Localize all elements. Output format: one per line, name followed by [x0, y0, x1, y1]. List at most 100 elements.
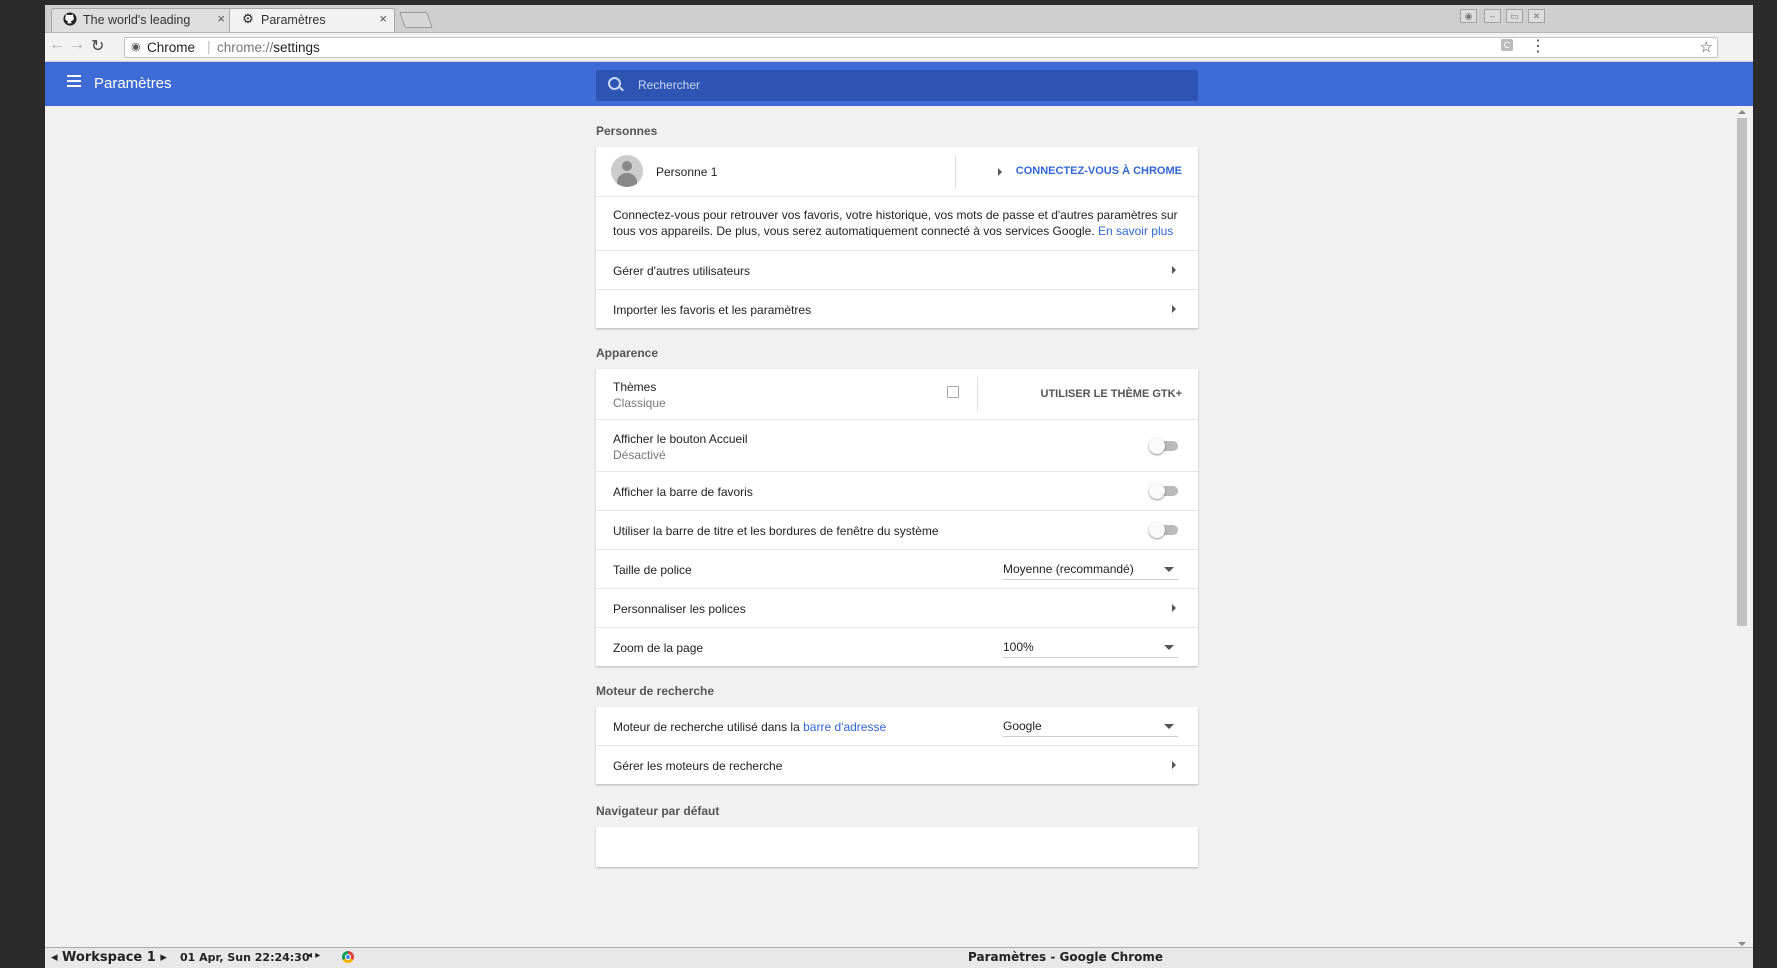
site-chip: Chrome: [147, 40, 196, 55]
new-tab-button[interactable]: [399, 12, 433, 28]
settings-search[interactable]: [596, 70, 1198, 101]
menu-dots-icon[interactable]: ⋮: [1530, 36, 1546, 56]
section-title-search-engine: Moteur de recherche: [596, 684, 715, 698]
chevron-down-icon: [1164, 724, 1174, 729]
open-external-icon[interactable]: [947, 386, 959, 398]
search-engine-card: Moteur de recherche utilisé dans la barr…: [596, 707, 1198, 784]
manage-users-row[interactable]: Gérer d'autres utilisateurs: [596, 250, 1198, 289]
section-title-people: Personnes: [596, 124, 658, 138]
chrome-page-icon: ◉: [131, 41, 141, 53]
chevron-right-icon: [1172, 761, 1176, 769]
toolbar: ← → ↻ ◉ Chrome | chrome://settings ☆ C ⋮: [45, 33, 1753, 62]
tab-strip: The world's leading × ⚙ Paramètres × ◉ –…: [45, 5, 1753, 33]
chrome-icon[interactable]: [342, 951, 354, 963]
home-button-toggle[interactable]: [1149, 438, 1178, 454]
chevron-down-icon: [1164, 567, 1174, 572]
manage-users-label: Gérer d'autres utilisateurs: [613, 264, 751, 278]
sign-in-description: Connectez-vous pour retrouver vos favori…: [613, 208, 1178, 238]
page-zoom-label: Zoom de la page: [613, 641, 704, 655]
extension-icon[interactable]: C: [1501, 39, 1513, 51]
tab-label: Paramètres: [261, 13, 326, 27]
chevron-right-icon: [998, 168, 1002, 176]
bookmarks-bar-label: Afficher la barre de favoris: [613, 485, 753, 499]
avatar: [611, 155, 643, 187]
taskbar-nav-arrows[interactable]: ◂ ▸: [307, 950, 320, 961]
people-card: Personne 1 CONNECTEZ-VOUS À CHROME Conne…: [596, 147, 1198, 328]
forward-icon[interactable]: →: [69, 36, 85, 54]
profile-icon[interactable]: ◉: [1460, 9, 1477, 23]
url-text: chrome://settings: [217, 40, 320, 55]
chevron-right-icon: [1172, 305, 1176, 313]
page-zoom-row: Zoom de la page 100%: [596, 627, 1198, 666]
themes-value: Classique: [613, 396, 666, 410]
system-titlebar-row[interactable]: Utiliser la barre de titre et les bordur…: [596, 510, 1198, 549]
back-icon[interactable]: ←: [49, 36, 65, 54]
system-titlebar-label: Utiliser la barre de titre et les bordur…: [613, 524, 939, 538]
section-title-appearance: Apparence: [596, 346, 659, 360]
clock: 01 Apr, Sun 22:24:30: [180, 951, 310, 964]
customize-fonts-row[interactable]: Personnaliser les polices: [596, 588, 1198, 627]
settings-content: Personnes Personne 1 CONNECTEZ-VOUS À CH…: [45, 106, 1753, 949]
bookmark-star-icon[interactable]: ☆: [1700, 38, 1713, 56]
font-size-select[interactable]: Moyenne (recommandé): [1003, 559, 1178, 580]
manage-engines-row[interactable]: Gérer les moteurs de recherche: [596, 745, 1198, 784]
search-input[interactable]: [636, 77, 1160, 93]
scrollbar-thumb[interactable]: [1737, 118, 1747, 626]
search-icon: [608, 77, 621, 90]
customize-fonts-label: Personnaliser les polices: [613, 602, 746, 616]
scroll-down-arrow[interactable]: [1738, 942, 1746, 946]
workspace-switcher[interactable]: ◂ Workspace 1 ▸: [51, 950, 167, 965]
font-size-row: Taille de police Moyenne (recommandé): [596, 549, 1198, 588]
close-window-button[interactable]: ✕: [1528, 9, 1545, 23]
person-name: Personne 1: [656, 165, 718, 179]
settings-header: Paramètres: [45, 62, 1753, 106]
appearance-card: Thèmes Classique UTILISER LE THÈME GTK+ …: [596, 369, 1198, 666]
github-icon: [63, 12, 77, 26]
use-gtk-theme-button[interactable]: UTILISER LE THÈME GTK+: [1041, 388, 1182, 400]
active-window-title: Paramètres - Google Chrome: [968, 950, 1164, 964]
themes-row[interactable]: Thèmes Classique UTILISER LE THÈME GTK+: [596, 369, 1198, 419]
desktop-background-right: [1753, 0, 1777, 967]
learn-more-link[interactable]: En savoir plus: [1098, 224, 1173, 238]
section-title-default-browser: Navigateur par défaut: [596, 804, 720, 818]
tab-label: The world's leading: [83, 13, 191, 27]
reload-icon[interactable]: ↻: [91, 36, 104, 56]
sign-in-button[interactable]: CONNECTEZ-VOUS À CHROME: [1016, 165, 1182, 177]
page-title: Paramètres: [94, 75, 172, 92]
tab-close-icon[interactable]: ×: [217, 11, 225, 26]
scrollbar[interactable]: [1735, 110, 1749, 952]
address-bar-link[interactable]: barre d'adresse: [803, 720, 886, 734]
minimize-button[interactable]: –: [1484, 9, 1501, 23]
desktop-background: [0, 0, 45, 967]
search-engine-row: Moteur de recherche utilisé dans la barr…: [596, 707, 1198, 745]
chevron-right-icon: [1172, 266, 1176, 274]
scroll-up-arrow[interactable]: [1738, 110, 1746, 114]
import-label: Importer les favoris et les paramètres: [613, 303, 812, 317]
default-browser-card: [596, 827, 1198, 867]
system-titlebar-toggle[interactable]: [1149, 522, 1178, 538]
browser-window: The world's leading × ⚙ Paramètres × ◉ –…: [45, 5, 1753, 967]
hamburger-menu-icon[interactable]: [67, 75, 81, 90]
home-button-row[interactable]: Afficher le bouton Accueil Désactivé: [596, 419, 1198, 471]
home-button-label: Afficher le bouton Accueil: [613, 432, 748, 446]
chevron-down-icon: [1164, 645, 1174, 650]
bookmarks-bar-row[interactable]: Afficher la barre de favoris: [596, 471, 1198, 510]
tab-close-icon[interactable]: ×: [379, 11, 387, 26]
chip-separator: |: [207, 39, 211, 54]
person-row[interactable]: Personne 1 CONNECTEZ-VOUS À CHROME: [596, 147, 1198, 196]
manage-engines-label: Gérer les moteurs de recherche: [613, 759, 783, 773]
import-row[interactable]: Importer les favoris et les paramètres: [596, 289, 1198, 328]
tab-github[interactable]: The world's leading ×: [51, 8, 233, 32]
search-engine-label: Moteur de recherche utilisé dans la barr…: [613, 720, 887, 734]
home-button-state: Désactivé: [613, 448, 666, 462]
themes-label: Thèmes: [613, 380, 657, 394]
sign-in-description-row: Connectez-vous pour retrouver vos favori…: [596, 196, 1198, 250]
taskbar: ◂ Workspace 1 ▸ 01 Apr, Sun 22:24:30 ◂ ▸…: [45, 947, 1753, 968]
search-engine-select[interactable]: Google: [1003, 716, 1178, 737]
page-zoom-select[interactable]: 100%: [1003, 637, 1178, 658]
tab-settings[interactable]: ⚙ Paramètres ×: [229, 8, 395, 32]
address-bar[interactable]: ◉ Chrome | chrome://settings ☆: [124, 37, 1718, 58]
chevron-right-icon: [1172, 604, 1176, 612]
maximize-button[interactable]: ▭: [1506, 9, 1523, 23]
bookmarks-bar-toggle[interactable]: [1149, 483, 1178, 499]
